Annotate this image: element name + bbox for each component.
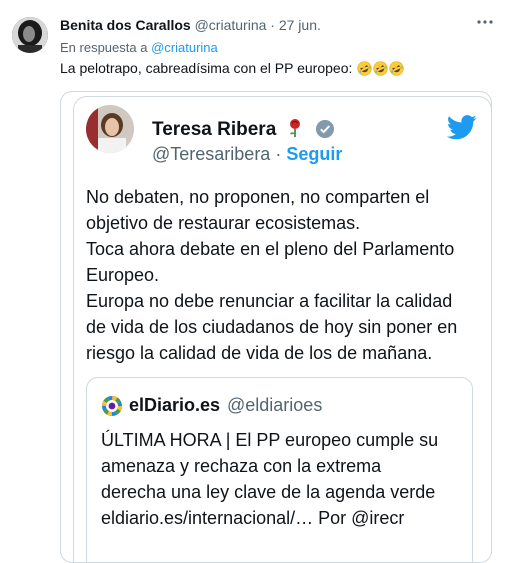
- ribera-avatar[interactable]: [86, 105, 134, 153]
- embedded-author-name-text: Teresa Ribera: [152, 119, 277, 140]
- eldiario-logo-icon: [102, 396, 122, 416]
- verified-icon: [315, 120, 334, 138]
- embedded-tweet-body: No debaten, no proponen, no comparten el…: [86, 184, 486, 366]
- quoted-author-name[interactable]: elDiario.es: [129, 395, 220, 416]
- emoji-row: [356, 60, 404, 76]
- text-line: ÚLTIMA HORA | El PP europeo cumple su: [101, 430, 439, 450]
- follow-button[interactable]: Seguir: [286, 144, 342, 164]
- reply-context: En respuesta a @criaturina: [60, 40, 218, 55]
- rofl-emoji-icon: [373, 61, 388, 76]
- tweet-header: Benita dos Carallos @criaturina · 27 jun…: [60, 17, 321, 33]
- text-line: riesgo la calidad de vida de los de maña…: [86, 343, 433, 363]
- text-line: de vida de los ciudadanos de hoy sin pon…: [86, 317, 458, 337]
- tweet-date[interactable]: 27 jun.: [279, 17, 321, 33]
- more-icon[interactable]: [475, 14, 495, 30]
- text-line: No debaten, no proponen, no comparten el: [86, 187, 430, 207]
- rose-icon: [289, 119, 300, 137]
- text-line: Toca ahora debate en el pleno del Parlam…: [86, 239, 455, 259]
- tweet-text: La pelotrapo, cabreadísima con el PP eur…: [60, 60, 404, 76]
- reply-prefix: En respuesta a: [60, 40, 148, 55]
- embedded-handle[interactable]: @Teresaribera: [152, 144, 270, 164]
- text-line: eldiario.es/internacional/… Por @irecr: [101, 508, 405, 528]
- text-line: Europa no debe renunciar a facilitar la …: [86, 291, 453, 311]
- twitter-bird-icon[interactable]: [447, 115, 477, 140]
- embedded-handle-line: @Teresaribera · Seguir: [152, 144, 342, 165]
- text-line: amenaza y rechaza con la extrema: [101, 456, 382, 476]
- text-line: objetivo de restaurar ecosistemas.: [86, 213, 361, 233]
- reply-to-link[interactable]: @criaturina: [151, 40, 218, 55]
- embedded-tweet-frame: Teresa Ribera @Teresaribera · Seguir No …: [60, 91, 492, 563]
- embedded-separator: ·: [275, 144, 282, 164]
- embedded-author-name[interactable]: Teresa Ribera: [152, 118, 335, 141]
- text-line: Europeo.: [86, 265, 160, 285]
- separator: ·: [270, 17, 275, 33]
- text-line: derecha una ley clave de la agenda verde: [101, 482, 436, 502]
- author-avatar[interactable]: [12, 17, 48, 53]
- quoted-handle[interactable]: @eldiarioes: [227, 395, 322, 416]
- rofl-emoji-icon: [357, 61, 372, 76]
- quoted-tweet-text: ÚLTIMA HORA | El PP europeo cumple su ame…: [101, 427, 466, 531]
- author-name[interactable]: Benita dos Carallos: [60, 17, 191, 33]
- rofl-emoji-icon: [389, 61, 404, 76]
- embedded-tweet-card[interactable]: Teresa Ribera @Teresaribera · Seguir No …: [73, 96, 491, 562]
- tweet-text-content: La pelotrapo, cabreadísima con el PP eur…: [60, 60, 353, 76]
- quoted-tweet[interactable]: elDiario.es @eldiarioes ÚLTIMA HORA | El…: [86, 377, 473, 562]
- author-handle[interactable]: @criaturina: [195, 17, 267, 33]
